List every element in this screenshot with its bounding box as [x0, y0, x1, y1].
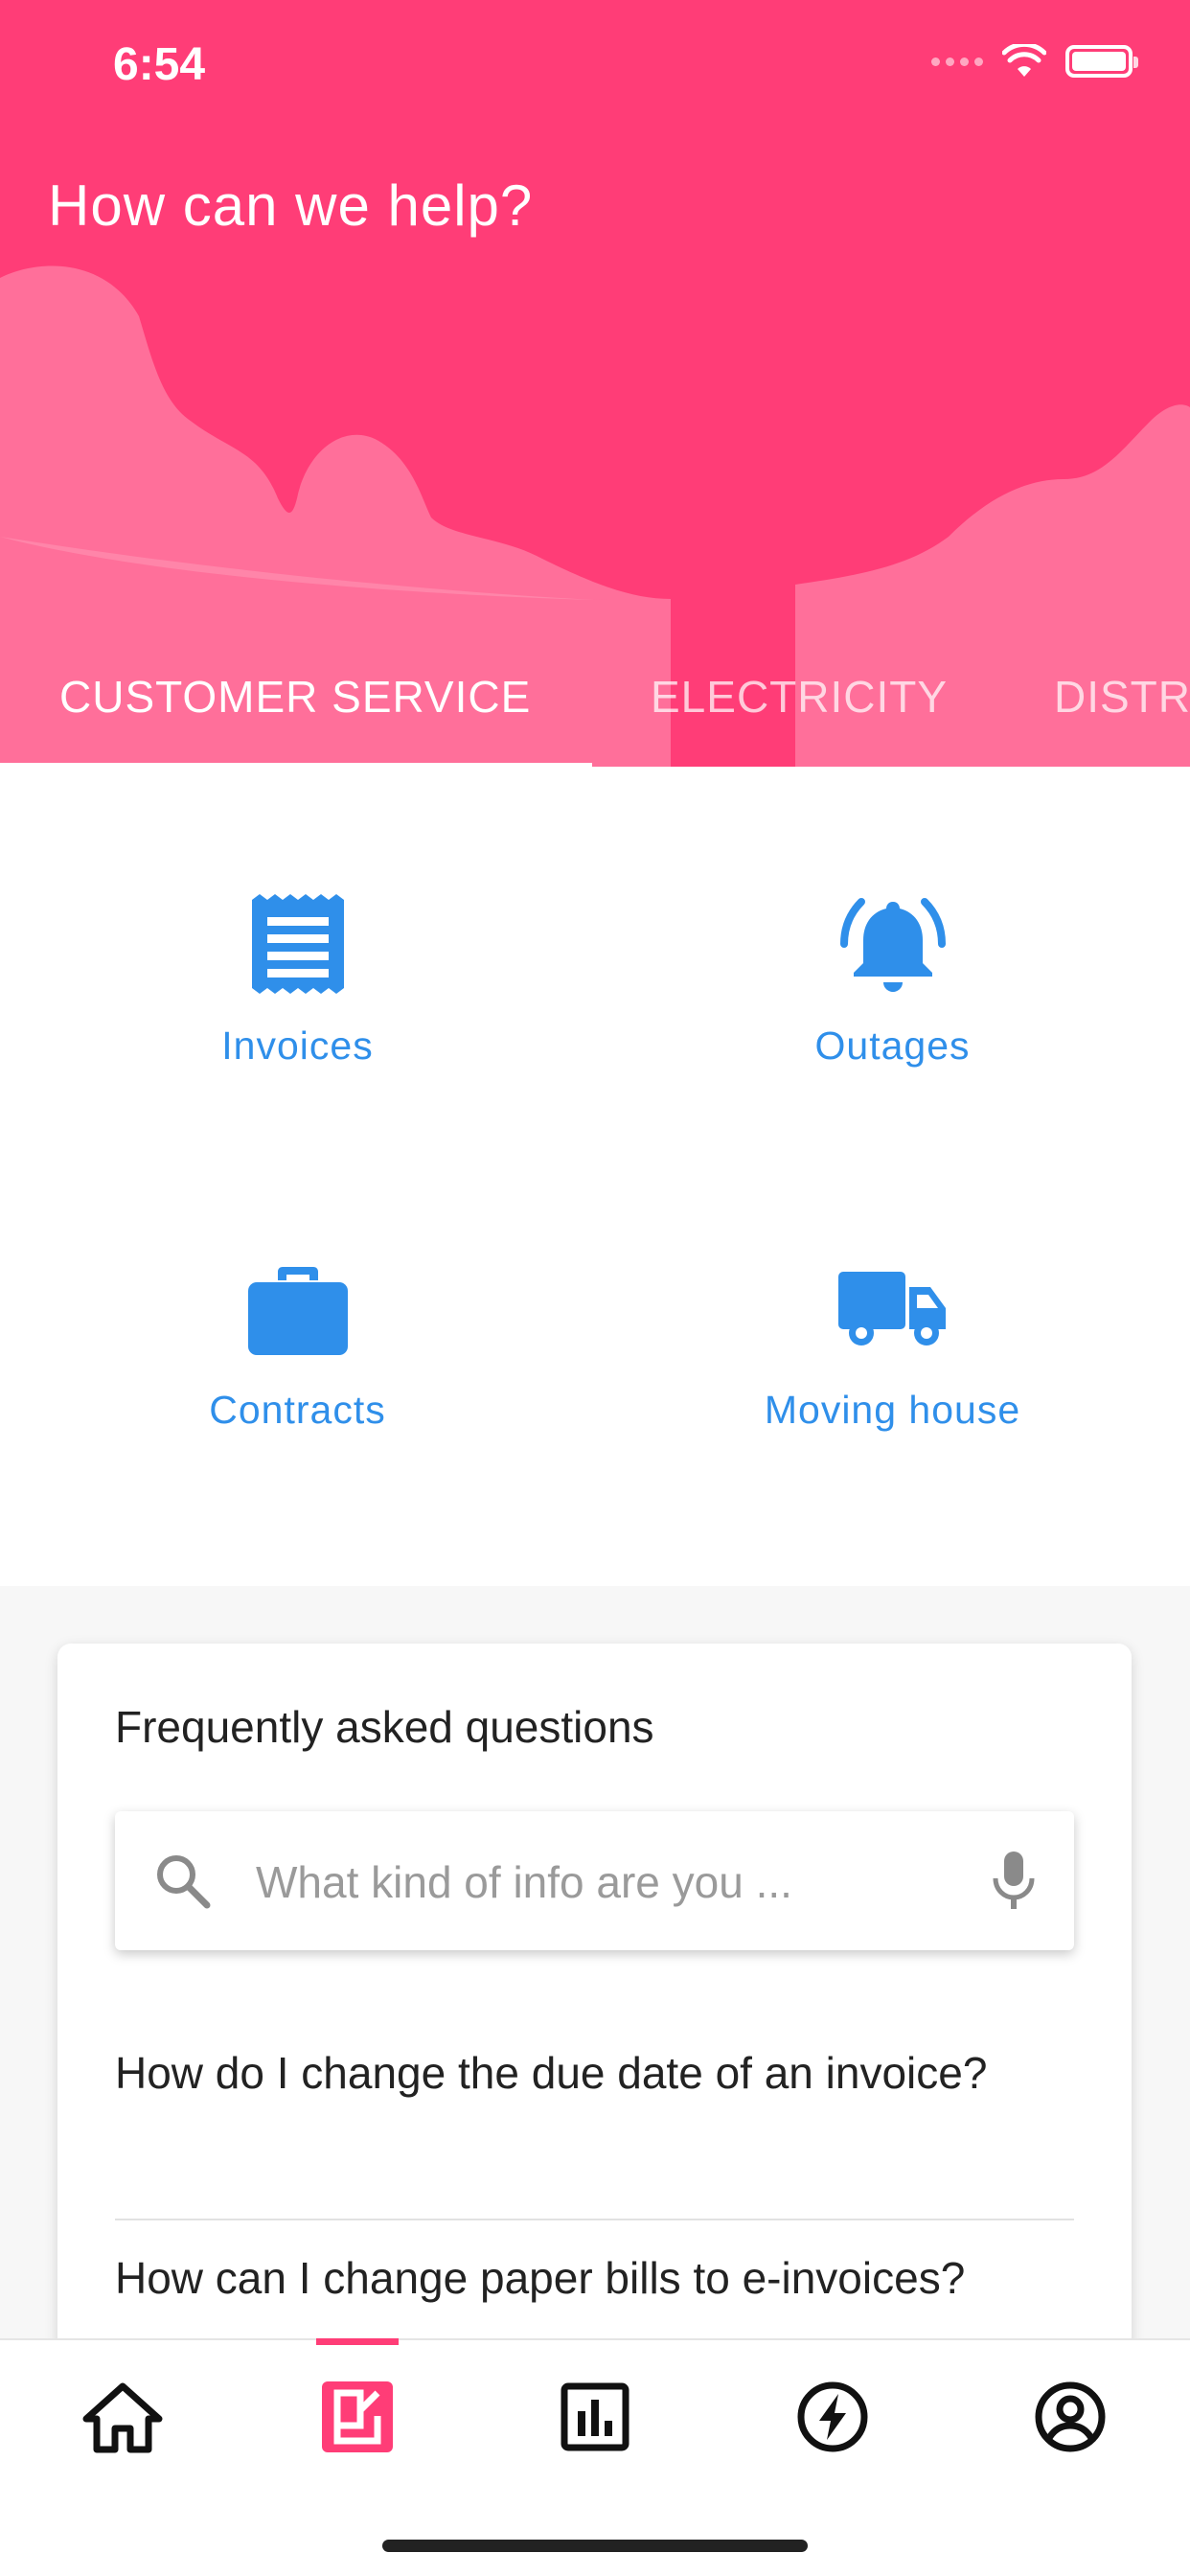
receipt-icon — [251, 894, 344, 994]
briefcase-icon — [247, 1267, 348, 1355]
moving-house-label: Moving house — [764, 1388, 1021, 1432]
nav-home[interactable] — [4, 2340, 241, 2494]
bell-ringing-icon — [839, 898, 946, 992]
search-input[interactable] — [254, 1840, 928, 1923]
tab-distribution[interactable]: DISTR — [1054, 671, 1190, 723]
contracts-label: Contracts — [209, 1388, 386, 1432]
microphone-icon[interactable] — [992, 1850, 1036, 1911]
service-grid: Invoices Outages Contracts Moving house — [0, 767, 1190, 1586]
outages-label: Outages — [814, 1024, 971, 1068]
faq-section: Frequently asked questions How do I chan… — [0, 1586, 1190, 2410]
faq-item[interactable]: How can I change paper bills to e-invoic… — [115, 2251, 1074, 2305]
faq-card: Frequently asked questions How do I chan… — [57, 1644, 1132, 2410]
nav-statistics[interactable] — [476, 2340, 714, 2494]
status-time: 6:54 — [113, 39, 206, 90]
contracts-tile[interactable]: Contracts — [0, 1131, 595, 1495]
nav-service[interactable] — [239, 2340, 476, 2494]
status-icons — [931, 42, 1138, 80]
faq-search — [115, 1811, 1074, 1950]
cellular-signal-icon — [931, 57, 983, 66]
nav-account[interactable] — [951, 2340, 1189, 2494]
stats-icon — [561, 2382, 629, 2451]
truck-icon — [837, 1272, 946, 1346]
faq-title: Frequently asked questions — [115, 1702, 654, 1752]
tab-bar: CUSTOMER SERVICE ELECTRICITY DISTR — [0, 652, 1190, 767]
outages-tile[interactable]: Outages — [595, 767, 1190, 1131]
service-icon — [322, 2381, 393, 2452]
invoices-label: Invoices — [221, 1024, 374, 1068]
tab-customer-service[interactable]: CUSTOMER SERVICE — [59, 671, 531, 723]
tab-electricity[interactable]: ELECTRICITY — [651, 671, 948, 723]
faq-divider — [115, 2219, 1074, 2220]
header: 6:54 How can we help? CUSTOMER SERVICE E… — [0, 0, 1190, 767]
faq-item[interactable]: How do I change the due date of an invoi… — [115, 2046, 1074, 2100]
account-icon — [1035, 2381, 1106, 2452]
invoices-tile[interactable]: Invoices — [0, 767, 595, 1131]
home-icon — [82, 2382, 163, 2453]
home-indicator — [382, 2540, 808, 2552]
battery-icon — [1065, 45, 1138, 78]
wifi-icon — [1002, 44, 1046, 77]
energy-icon — [797, 2381, 868, 2452]
page-title: How can we help? — [48, 173, 534, 238]
nav-energy[interactable] — [714, 2340, 951, 2494]
search-icon — [157, 1855, 211, 1909]
moving-house-tile[interactable]: Moving house — [595, 1131, 1190, 1495]
